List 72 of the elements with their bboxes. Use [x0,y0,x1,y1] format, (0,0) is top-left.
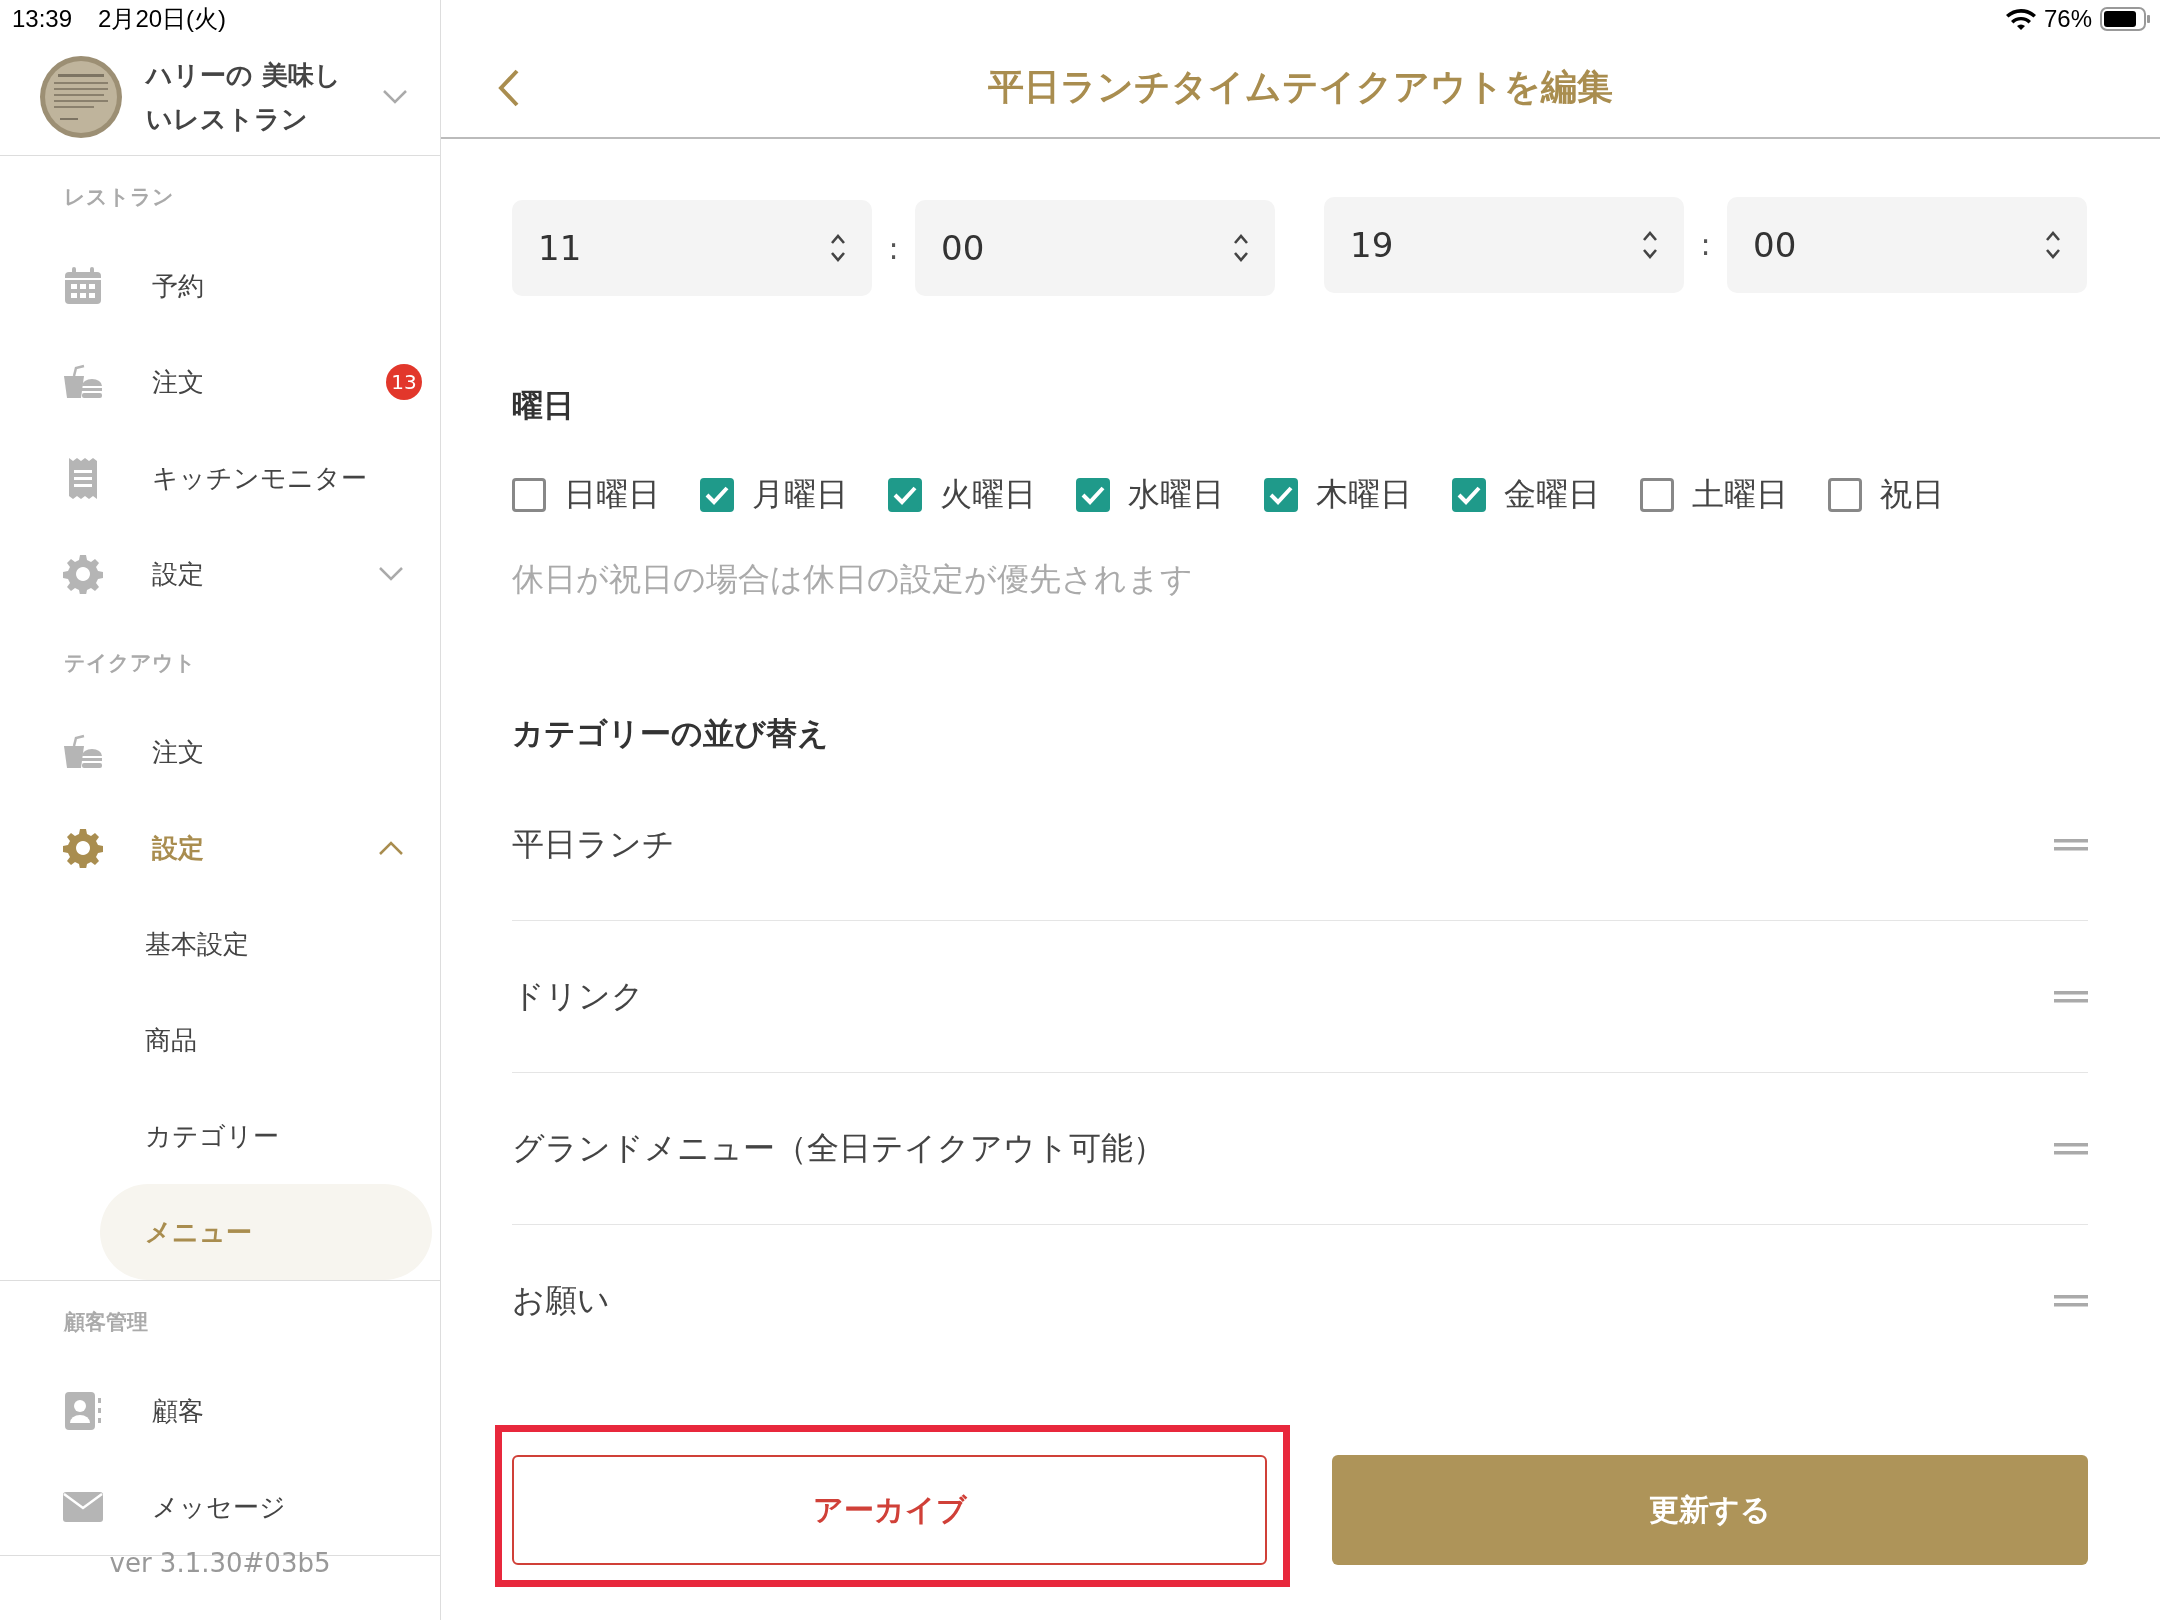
stepper-icon [1642,229,1658,260]
sortable-row[interactable]: ドリンク [512,921,2088,1073]
status-time: 13:39 [12,5,73,33]
hour-select[interactable]: 19 [1324,196,1684,293]
drag-handle-icon [2054,1141,2088,1156]
checkbox[interactable] [1828,478,1862,512]
drink-burger-icon [62,734,104,770]
status-date: 2月20日(火) [98,4,227,34]
checkbox[interactable] [1452,478,1486,512]
checkbox-label: 木曜日 [1316,474,1412,515]
nav-subitem[interactable]: 商品 [0,992,440,1088]
checkbox-label: 水曜日 [1128,474,1224,515]
envelope-icon [62,1491,104,1523]
gear-icon [62,828,104,868]
section-heading: カテゴリーの並び替え [512,714,830,753]
account-switcher[interactable]: ハリーの 美味しいレストラン [0,38,440,156]
back-icon [497,67,521,108]
category-name: ドリンク [512,975,644,1017]
section-heading: レストラン [63,184,175,211]
nav-item[interactable]: 注文 [0,704,440,800]
nav-item[interactable]: 注文 13 [0,334,440,430]
drag-handle-icon [2054,989,2088,1004]
sortable-row[interactable]: 平日ランチ [512,769,2088,921]
wifi-icon [2005,8,2036,30]
checkbox[interactable] [888,478,922,512]
nav-subitem[interactable]: カテゴリー [0,1088,440,1184]
drag-handle-icon [2054,837,2088,852]
checkbox[interactable] [700,478,734,512]
minute-select[interactable]: 00 [1727,196,2087,293]
archive-button[interactable]: アーカイブ [512,1455,1267,1565]
checkbox[interactable] [1076,478,1110,512]
category-name: 平日ランチ [512,823,675,865]
version-label: ver 3.1.30#03b5 [108,1548,332,1578]
checkbox-label: 金曜日 [1504,474,1600,515]
checkbox-label: 火曜日 [940,474,1036,515]
checkbox-label: 月曜日 [752,474,848,515]
checkbox-label: 祝日 [1880,474,1944,515]
checkbox-label: 土曜日 [1692,474,1788,515]
stepper-icon [830,233,846,263]
section-heading: テイクアウト [63,650,197,677]
nav-item[interactable]: 設定 [0,526,440,622]
hint-text: 休日が祝日の場合は休日の設定が優先されます [512,559,1194,600]
time-separator: : [887,230,900,266]
checkbox[interactable] [1640,478,1674,512]
nav-subitem[interactable]: 基本設定 [0,896,440,992]
section-heading: 曜日 [512,386,575,425]
calendar-icon [62,266,104,306]
section-heading: 顧客管理 [62,1309,149,1336]
nav-item[interactable]: 顧客 [0,1363,440,1459]
drink-burger-icon [62,364,104,400]
checkbox[interactable] [512,478,546,512]
count-badge: 13 [386,364,422,400]
sortable-row[interactable]: お願い [512,1225,2088,1376]
category-name: グランドメニュー（全日テイクアウト可能） [512,1127,1165,1169]
hour-select[interactable]: 11 [512,200,872,296]
sortable-row[interactable]: グランドメニュー（全日テイクアウト可能） [512,1073,2088,1225]
nav-item[interactable]: 予約 [0,238,440,334]
battery-icon [2100,7,2150,31]
contact-card-icon [62,1390,104,1432]
stepper-icon [1233,233,1249,263]
restaurant-name: ハリーの 美味しいレストラン [146,58,343,136]
drag-handle-icon [2054,1293,2088,1308]
page-title: 平日ランチタイムテイクアウトを編集 [988,65,1613,109]
checkbox[interactable] [1264,478,1298,512]
nav-item[interactable]: キッチンモニター [0,430,440,526]
checkbox-label: 日曜日 [564,474,660,515]
time-separator: : [1699,227,1712,262]
battery-percent: 76% [2043,5,2092,33]
category-name: お願い [512,1279,610,1321]
gear-icon [62,554,104,594]
stepper-icon [2045,229,2061,260]
minute-select[interactable]: 00 [915,200,1275,296]
